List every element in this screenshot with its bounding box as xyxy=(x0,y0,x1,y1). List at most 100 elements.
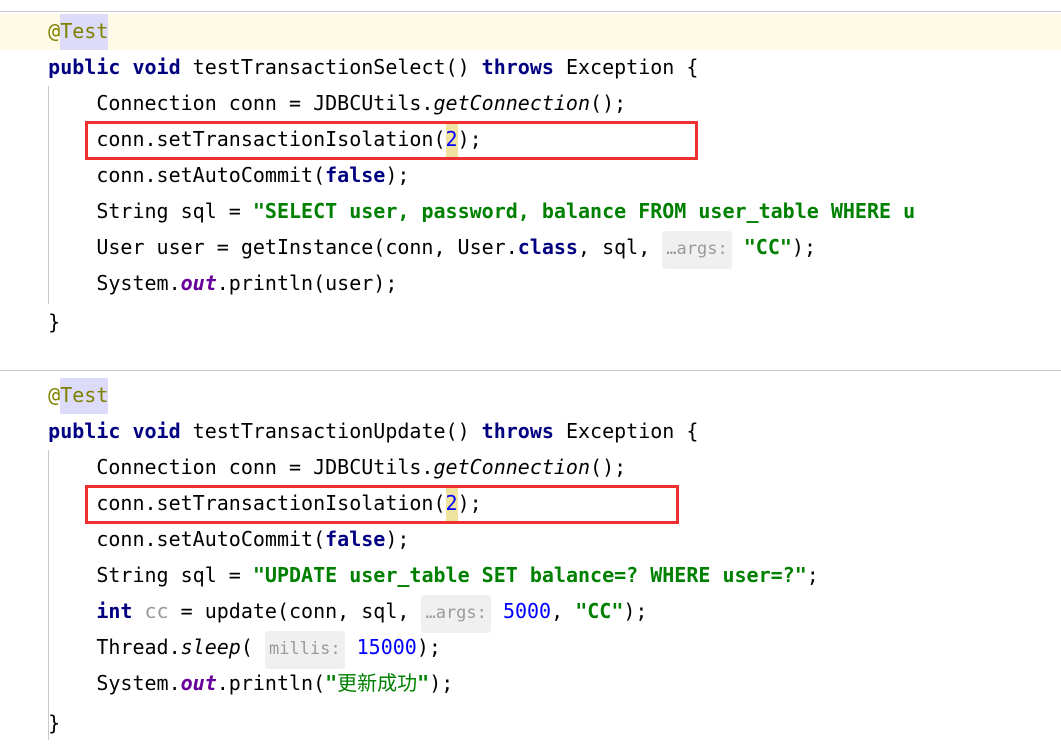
token-hint-3[interactable]: millis: xyxy=(264,631,345,669)
token-gray-2: cc xyxy=(144,599,169,623)
token-plain-2: (); xyxy=(590,455,627,479)
token-kw-2: void xyxy=(132,55,181,79)
token-anno-0: @ xyxy=(48,19,61,43)
token-plain-5: Exception { xyxy=(553,55,699,79)
token-plain-2: .println( xyxy=(216,671,326,695)
top-rule xyxy=(0,11,1061,12)
token-plain-6: ); xyxy=(791,235,817,259)
token-str-5: " xyxy=(417,671,430,695)
red-box-update-isolation xyxy=(85,485,679,524)
token-plain-1 xyxy=(120,414,132,450)
token-anno-hl-1: Test xyxy=(60,378,109,414)
token-hint-3[interactable]: …args: xyxy=(662,231,732,269)
token-plain-3: = update(conn, sql, xyxy=(168,599,422,623)
token-anno-0: @ xyxy=(48,383,61,407)
token-kw-0: int xyxy=(96,599,133,623)
token-field-it-1: out xyxy=(180,271,217,295)
token-hint-4[interactable]: …args: xyxy=(421,595,491,633)
token-static-it-1: getConnection xyxy=(433,455,591,479)
code-line-update-call[interactable]: int cc = update(conn, sql, …args: 5000, … xyxy=(0,594,648,633)
token-plain-0: User user = getInstance(conn, User. xyxy=(96,235,518,259)
token-plain-6: ); xyxy=(416,635,441,659)
code-line-update-sql[interactable]: String sql = "UPDATE user_table SET bala… xyxy=(0,558,818,594)
token-plain-0: Connection conn = JDBCUtils. xyxy=(96,91,434,115)
token-str-1: "UPDATE user_table SET balance=? WHERE u… xyxy=(252,563,807,587)
code-line-select-sql[interactable]: String sql = "SELECT user, password, bal… xyxy=(0,194,915,230)
token-plain-3: testTransactionSelect() xyxy=(180,55,482,79)
token-plain-1 xyxy=(132,594,144,630)
token-str-1: "SELECT user, password, balance FROM use… xyxy=(252,199,916,223)
token-str-5: "CC" xyxy=(743,235,792,259)
token-kw-1: false xyxy=(325,163,386,187)
caret-line-highlight xyxy=(0,14,1061,50)
token-kw-0: public xyxy=(48,55,121,79)
token-plain-0: Connection conn = JDBCUtils. xyxy=(96,455,434,479)
code-line-update-annotation[interactable]: @Test xyxy=(0,378,109,414)
token-plain-7: , xyxy=(551,599,576,623)
method-separator-rule xyxy=(0,370,1061,371)
red-box-select-isolation xyxy=(85,121,698,160)
token-kw-1: class xyxy=(517,235,578,259)
token-plain-0: conn.setAutoCommit( xyxy=(96,163,326,187)
token-plain-2: ); xyxy=(385,163,410,187)
code-line-select-annotation[interactable]: @Test xyxy=(0,14,109,50)
token-plain-0: System. xyxy=(96,671,181,695)
token-field-it-1: out xyxy=(180,671,217,695)
token-plain-9: ); xyxy=(623,599,648,623)
token-kw-4: throws xyxy=(481,419,554,443)
token-plain-0: String sql = xyxy=(96,563,253,587)
token-num-6: 5000 xyxy=(502,599,552,623)
code-editor-viewport[interactable]: @Test public void testTransactionSelect(… xyxy=(0,0,1061,753)
token-plain-2: (); xyxy=(590,91,627,115)
token-static-it-1: getConnection xyxy=(433,91,591,115)
token-plain-6: ); xyxy=(429,671,454,695)
code-line-update-println[interactable]: System.out.println("更新成功"); xyxy=(0,666,453,702)
token-plain-5: Exception { xyxy=(553,419,699,443)
token-num-5: 15000 xyxy=(356,635,417,659)
token-plain-0: String sql = xyxy=(96,199,253,223)
code-line-select-connection[interactable]: Connection conn = JDBCUtils.getConnectio… xyxy=(0,86,626,122)
token-plain-2: ( xyxy=(240,635,265,659)
code-line-select-println[interactable]: System.out.println(user); xyxy=(0,266,397,302)
token-plain-0: conn.setAutoCommit( xyxy=(96,527,326,551)
token-plain-1 xyxy=(120,50,132,86)
code-line-select-set-autocommit[interactable]: conn.setAutoCommit(false); xyxy=(0,158,409,194)
token-plain-3: testTransactionUpdate() xyxy=(180,419,482,443)
code-line-select-signature[interactable]: public void testTransactionSelect() thro… xyxy=(0,50,698,86)
token-kw-1: false xyxy=(325,527,386,551)
token-plain-2: ); xyxy=(385,527,410,551)
code-line-select-close-brace[interactable]: } xyxy=(0,305,60,341)
code-line-update-sleep[interactable]: Thread.sleep( millis: 15000); xyxy=(0,630,441,669)
code-line-update-signature[interactable]: public void testTransactionUpdate() thro… xyxy=(0,414,698,450)
token-kw-2: void xyxy=(132,419,181,443)
code-line-update-connection[interactable]: Connection conn = JDBCUtils.getConnectio… xyxy=(0,450,626,486)
token-plain-0: System. xyxy=(96,271,181,295)
code-line-update-set-autocommit[interactable]: conn.setAutoCommit(false); xyxy=(0,522,409,558)
token-plain-0: } xyxy=(48,711,61,735)
token-plain-5 xyxy=(491,594,503,630)
token-kw-0: public xyxy=(48,419,121,443)
code-line-update-close-brace[interactable]: } xyxy=(0,706,60,742)
token-plain-4 xyxy=(345,630,357,666)
token-str-8: "CC" xyxy=(575,599,624,623)
token-plain-2: , sql, xyxy=(577,235,663,259)
code-line-select-getinstance[interactable]: User user = getInstance(conn, User.class… xyxy=(0,230,817,269)
token-plain-0: Thread. xyxy=(96,635,181,659)
